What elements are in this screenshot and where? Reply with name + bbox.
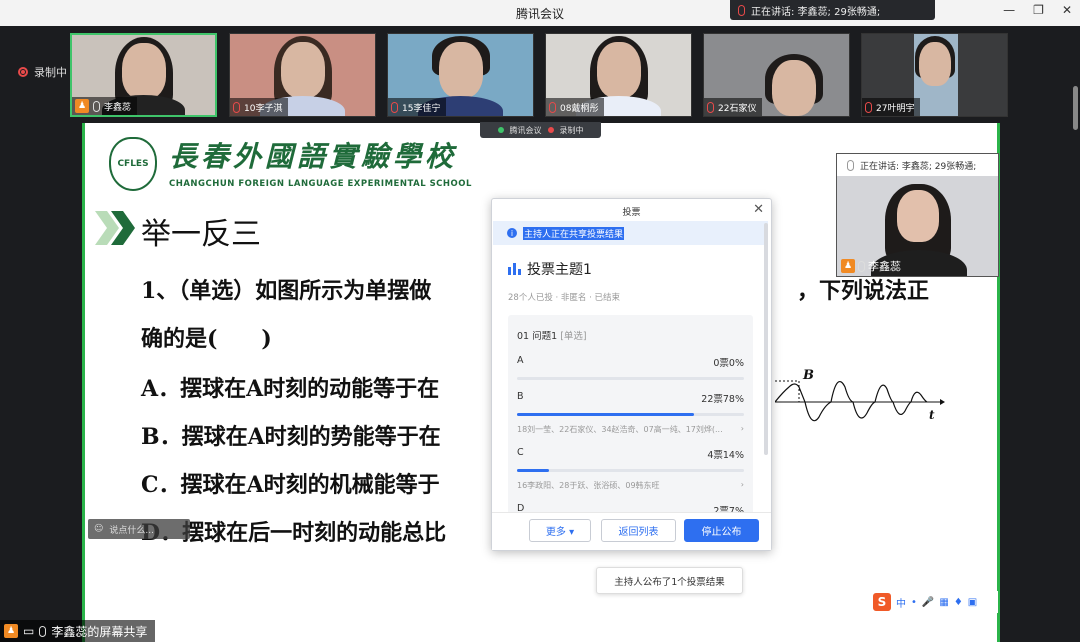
poll-option[interactable]: C 4票14% 16李政阳、28于跃、张浴硕、09韩东旺 › <box>517 447 744 490</box>
strip-scrollbar[interactable] <box>1073 86 1078 130</box>
screen-share-label: ♟ ▭ 李鑫蕊的屏幕共享 <box>0 620 156 642</box>
restore-icon[interactable]: ❐ <box>1033 3 1044 17</box>
speaking-indicator: 正在讲话: 李鑫蕊; 29张畅通; <box>730 0 935 20</box>
ime-toolbar[interactable]: S 中 • 🎤 ▦ ♦ ▣ <box>870 591 998 613</box>
chevron-right-icon: › <box>740 424 744 433</box>
participant-tile[interactable]: 22石家仪 <box>703 33 850 117</box>
poll-option: A 0票0% <box>517 355 744 391</box>
question-text-2: 确的是( ) <box>141 326 272 352</box>
participant-tile[interactable]: ♟ 李鑫蕊 <box>70 33 217 117</box>
host-icon: ♟ <box>4 624 18 638</box>
mic-muted-icon <box>865 101 872 113</box>
sogou-icon: S <box>873 593 891 611</box>
ime-mode[interactable]: 中 <box>896 595 906 610</box>
poll-topic: 投票主题1 <box>508 259 592 279</box>
presenter-video[interactable]: 正在讲话: 李鑫蕊; 29张畅通; ♟ 李鑫蕊 <box>836 153 999 277</box>
keyboard-icon[interactable]: ▦ <box>939 597 948 608</box>
poll-toast: 主持人公布了1个投票结果 <box>596 567 743 594</box>
graph-label-t: t <box>929 408 935 422</box>
skin-icon[interactable]: ♦ <box>954 597 963 608</box>
recording-indicator[interactable]: 录制中 <box>18 64 67 80</box>
slide-heading: 举一反三 <box>141 217 261 252</box>
stop-publish-button[interactable]: 停止公布 <box>684 519 759 542</box>
mic-muted-icon <box>391 101 398 113</box>
mic-muted-icon <box>707 101 714 113</box>
participant-tile[interactable]: 10李子淇 <box>229 33 376 117</box>
screen-icon: ▭ <box>23 624 35 638</box>
emoji-icon[interactable]: ☺ <box>94 524 103 534</box>
mic-muted-icon <box>549 101 556 113</box>
poll-window-title: 投票 <box>622 208 641 218</box>
share-status-tag: 腾讯会议 录制中 <box>480 122 601 138</box>
close-icon[interactable]: ✕ <box>1062 3 1072 17</box>
poll-option[interactable]: B 22票78% 18刘一莹、22石家仪、34赵浩奇、07高一纯、17刘烨(...… <box>517 391 744 434</box>
poll-meta: 28个人已投 · 非匿名 · 已结束 <box>508 293 621 303</box>
option-a: A．摆球在A时刻的动能等于在 <box>141 376 440 402</box>
question-header: 01 问题1 [单选] <box>517 331 587 342</box>
poll-notice: i 主持人正在共享投票结果 <box>493 221 768 245</box>
chevron-right-icon: › <box>740 480 744 489</box>
bar-chart-icon <box>508 263 521 275</box>
back-to-list-button[interactable]: 返回列表 <box>601 519 676 542</box>
question-text: 1、（单选）如图所示为单摆做 <box>141 278 432 304</box>
close-icon[interactable]: ✕ <box>753 202 764 217</box>
minimize-icon[interactable]: — <box>1003 3 1015 17</box>
poll-dialog: 投票 ✕ i 主持人正在共享投票结果 投票主题1 28个人已投 · 非匿名 · … <box>491 198 772 551</box>
result-bar <box>517 469 549 472</box>
participant-tile[interactable]: 27叶明宇 <box>861 33 1008 117</box>
school-name-en: CHANGCHUN FOREIGN LANGUAGE EXPERIMENTAL … <box>169 179 472 189</box>
punctuation-icon[interactable]: • <box>911 597 917 608</box>
mic-icon <box>847 159 854 171</box>
record-icon <box>18 67 28 77</box>
mic-icon <box>93 100 100 112</box>
participant-strip: 录制中 ♟ 李鑫蕊 10李子淇 15李佳宁 08戴桐彤 22石家仪 27叶明宇 <box>0 26 1080 122</box>
microphone-icon[interactable]: 🎤 <box>922 597 934 608</box>
participant-tile[interactable]: 08戴桐彤 <box>545 33 692 117</box>
poll-scrollbar[interactable] <box>764 223 768 455</box>
pendulum-graph: B t <box>775 368 945 422</box>
toolbox-icon[interactable]: ▣ <box>968 597 977 608</box>
chevron-decoration-icon <box>95 211 135 245</box>
info-icon: i <box>507 228 517 238</box>
poll-question-card: 01 问题1 [单选] A 0票0% B 22票78% 18刘一莹、22石家仪、34… <box>508 315 753 515</box>
school-name-cn: 長春外國語實驗學校 <box>169 140 458 173</box>
host-icon: ♟ <box>841 259 855 273</box>
school-logo: CFLES <box>109 137 157 191</box>
result-bar <box>517 413 695 416</box>
mic-muted-icon <box>233 101 240 113</box>
graph-label-b: B <box>802 368 814 383</box>
more-button[interactable]: 更多 ▾ <box>529 519 591 542</box>
mic-icon <box>738 4 745 16</box>
mic-icon <box>39 625 47 637</box>
host-icon: ♟ <box>75 99 89 113</box>
option-c: C．摆球在A时刻的机械能等于 <box>141 472 440 498</box>
participant-tile[interactable]: 15李佳宁 <box>387 33 534 117</box>
chat-input[interactable]: ☺ 说点什么... <box>88 519 190 539</box>
question-text-tail: ，下列说法正 <box>797 278 930 304</box>
option-b: B．摆球在A时刻的势能等于在 <box>141 424 441 450</box>
mic-icon <box>858 260 865 272</box>
